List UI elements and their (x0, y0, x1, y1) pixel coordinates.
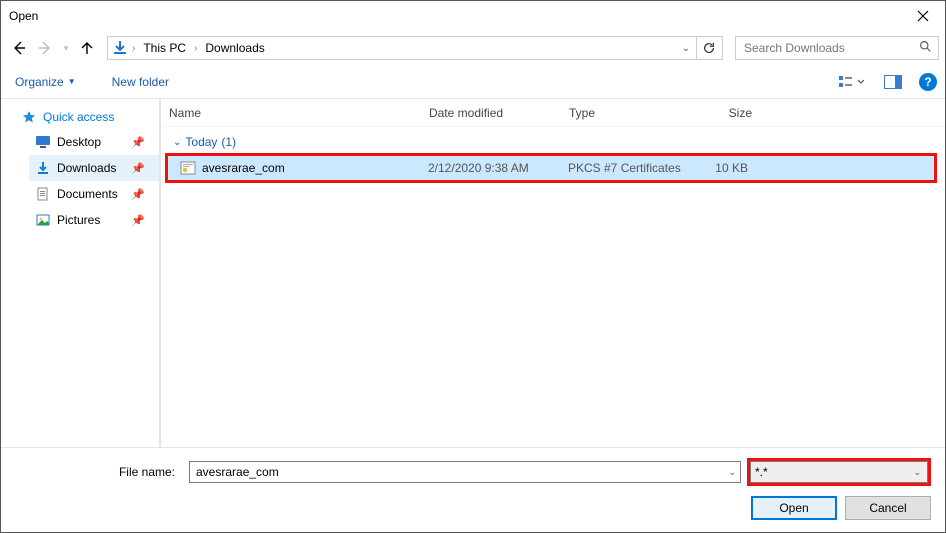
pin-icon: 📌 (131, 214, 145, 227)
file-date: 2/12/2020 9:38 AM (428, 161, 568, 175)
downloads-icon (35, 160, 51, 176)
back-button[interactable] (7, 36, 31, 60)
view-options-button[interactable] (829, 71, 873, 93)
nav-row: ▾ › This PC › Downloads ⌄ (1, 31, 945, 65)
file-name-combobox[interactable]: ⌄ (189, 461, 741, 483)
highlighted-file-annotation: avesrarae_com 2/12/2020 9:38 AM PKCS #7 … (165, 153, 937, 183)
close-button[interactable] (900, 1, 945, 31)
new-folder-button[interactable]: New folder (102, 71, 179, 93)
pin-icon: 📌 (131, 162, 145, 175)
sidebar-item-label: Quick access (43, 110, 114, 124)
open-button[interactable]: Open (751, 496, 837, 520)
col-header-type[interactable]: Type (561, 106, 691, 120)
cancel-button[interactable]: Cancel (845, 496, 931, 520)
chevron-down-icon: ▼ (68, 77, 76, 86)
up-button[interactable] (75, 36, 99, 60)
forward-button[interactable] (33, 36, 57, 60)
downloads-location-icon (110, 38, 130, 58)
chevron-right-icon: › (192, 43, 199, 54)
file-name-label: File name: (15, 465, 183, 479)
file-row[interactable]: avesrarae_com 2/12/2020 9:38 AM PKCS #7 … (168, 156, 934, 180)
nav-sidebar: Quick access Desktop 📌 Downloads 📌 (1, 99, 161, 447)
chevron-right-icon: › (130, 43, 137, 54)
column-headers: Name Date modified Type Size (161, 99, 945, 127)
sidebar-item-label: Desktop (57, 135, 101, 149)
sidebar-item-downloads[interactable]: Downloads 📌 (29, 155, 159, 181)
address-history-button[interactable]: ⌄ (676, 43, 696, 54)
group-header-today[interactable]: ⌄ Today (1) (161, 127, 945, 153)
search-icon (919, 40, 932, 56)
file-size: 10 KB (698, 161, 768, 175)
sidebar-item-label: Pictures (57, 213, 100, 227)
open-dialog: Open ▾ › This PC › Downloads ⌄ (0, 0, 946, 533)
sidebar-quick-access[interactable]: Quick access (1, 105, 159, 129)
address-bar[interactable]: › This PC › Downloads ⌄ (107, 36, 723, 60)
file-type-filter[interactable]: *.* ⌄ (750, 461, 928, 483)
help-button[interactable]: ? (919, 73, 937, 91)
sidebar-item-label: Downloads (57, 161, 116, 175)
pin-icon: 📌 (131, 136, 145, 149)
preview-pane-button[interactable] (879, 71, 907, 93)
chevron-down-icon[interactable]: ⌄ (728, 467, 736, 478)
file-name: avesrarae_com (202, 161, 285, 175)
sidebar-item-pictures[interactable]: Pictures 📌 (29, 207, 159, 233)
highlighted-filter-annotation: *.* ⌄ (747, 458, 931, 486)
col-header-date[interactable]: Date modified (421, 106, 561, 120)
documents-icon (35, 186, 51, 202)
organize-menu[interactable]: Organize ▼ (9, 71, 82, 93)
sidebar-item-documents[interactable]: Documents 📌 (29, 181, 159, 207)
body: Quick access Desktop 📌 Downloads 📌 (1, 99, 945, 447)
footer: File name: ⌄ *.* ⌄ Open Cancel (1, 447, 945, 532)
recent-locations-button[interactable]: ▾ (59, 36, 73, 60)
file-name-input[interactable] (194, 464, 736, 480)
chevron-down-icon: ⌄ (173, 137, 181, 148)
pin-icon: 📌 (131, 188, 145, 201)
sidebar-item-desktop[interactable]: Desktop 📌 (29, 129, 159, 155)
pictures-icon (35, 212, 51, 228)
breadcrumb-this-pc[interactable]: This PC (137, 39, 192, 57)
certificate-file-icon (180, 160, 196, 176)
titlebar: Open (1, 1, 945, 31)
sidebar-item-label: Documents (57, 187, 118, 201)
file-pane: Name Date modified Type Size ⌄ Today (1)… (161, 99, 945, 447)
col-header-name[interactable]: Name (161, 106, 421, 120)
col-header-size[interactable]: Size (691, 106, 761, 120)
breadcrumb-downloads[interactable]: Downloads (199, 39, 270, 57)
desktop-icon (35, 134, 51, 150)
toolbar: Organize ▼ New folder ? (1, 65, 945, 99)
search-input[interactable] (742, 40, 919, 56)
star-icon (21, 109, 37, 125)
window-title: Open (9, 9, 900, 23)
chevron-down-icon[interactable]: ⌄ (913, 467, 921, 478)
file-type: PKCS #7 Certificates (568, 161, 698, 175)
refresh-button[interactable] (696, 36, 720, 60)
search-box[interactable] (735, 36, 939, 60)
